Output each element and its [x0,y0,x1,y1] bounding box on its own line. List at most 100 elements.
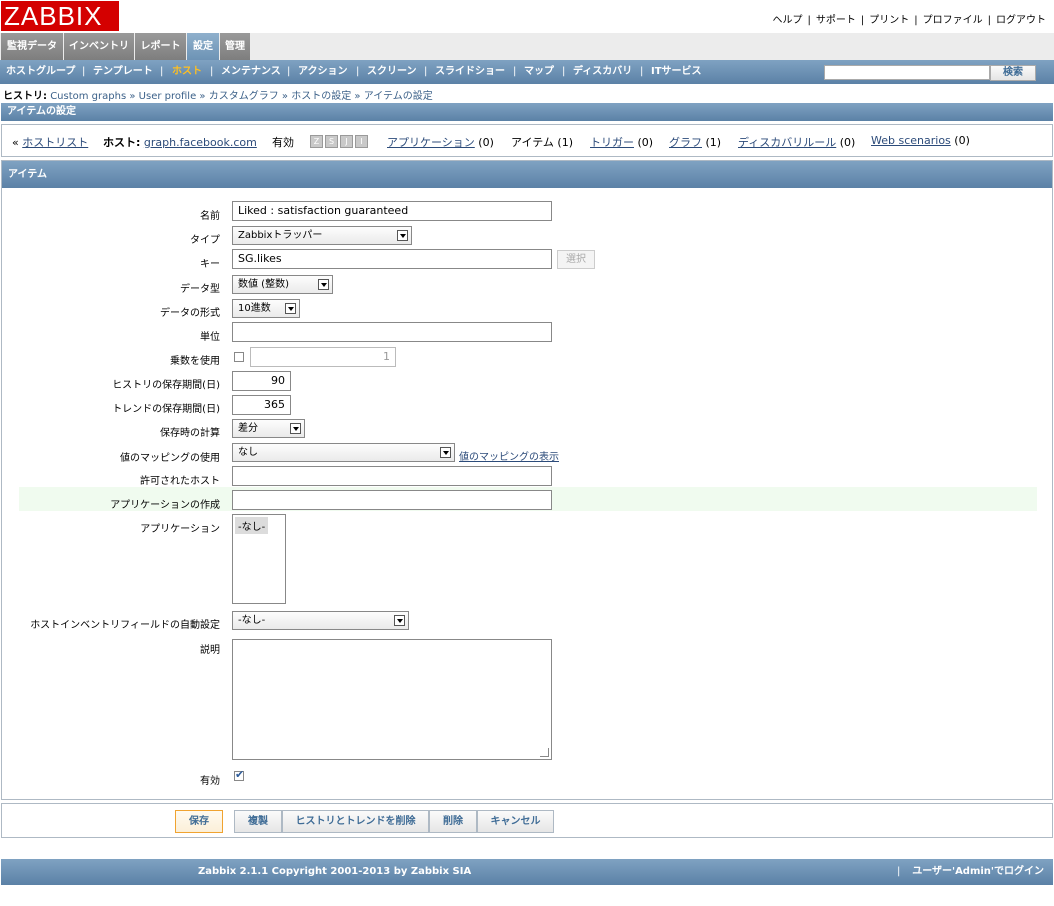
main-tab-reports[interactable]: レポート [135,33,186,60]
breadcrumb: ヒストリ: Custom graphs » User profile » カスタ… [3,87,433,102]
valuemap-value: なし [238,447,258,458]
breadcrumb-item[interactable]: カスタムグラフ [209,91,279,102]
search-button[interactable]: 検索 [990,65,1036,81]
breadcrumb-item[interactable]: User profile [139,91,197,102]
inventory-select[interactable]: -なし- [232,611,409,630]
main-tab-administration[interactable]: 管理 [220,33,250,60]
store-value-select[interactable]: 差分 [232,419,305,438]
support-link[interactable]: サポート [816,15,856,26]
applications-listbox[interactable]: -なし- [232,514,286,604]
submenu-separator: | [356,66,360,77]
items-label: アイテム [511,136,554,149]
top-link-separator: | [860,15,865,26]
logout-link[interactable]: ログアウト [996,15,1046,26]
multiplier-checkbox[interactable] [234,352,244,362]
submenu-it-services[interactable]: ITサービス [651,60,702,84]
data-type-select[interactable]: 数値 (整数) [232,275,333,294]
submenu-discovery[interactable]: ディスカバリ [573,60,632,84]
graphs-link[interactable]: グラフ [669,136,702,149]
submenu-host-groups[interactable]: ホストグループ [6,60,75,84]
main-tab-monitoring[interactable]: 監視データ [1,33,63,60]
triggers-count: (0) [637,136,654,149]
breadcrumb-item[interactable]: ホストの設定 [291,91,351,102]
store-value-label: 保存時の計算 [160,428,220,439]
applications-link[interactable]: アプリケーション [387,136,475,149]
print-link[interactable]: プリント [869,15,909,26]
graphs-count: (1) [705,136,722,149]
submenu-templates[interactable]: テンプレート [93,60,153,84]
valuemap-show-link[interactable]: 値のマッピングの表示 [459,448,559,463]
top-header: ZABBIX ヘルプ | サポート | プリント | プロファイル | ログアウト [0,0,1054,33]
save-button[interactable]: 保存 [175,810,223,833]
type-select-value: Zabbixトラッパー [238,230,323,241]
new-application-input[interactable] [232,490,552,510]
data-format-value: 10進数 [238,303,271,314]
name-input[interactable]: Liked : satisfaction guaranteed [232,201,552,221]
jmx-icon: J [340,134,353,148]
multiplier-input[interactable]: 1 [250,347,396,367]
enabled-checkbox[interactable] [234,768,244,781]
web-scenarios-link[interactable]: Web scenarios [871,134,951,147]
profile-link[interactable]: プロファイル [923,15,983,26]
discovery-count: (0) [839,136,856,149]
units-label: 単位 [200,332,220,343]
button-bar: 保存 複製 ヒストリとトレンドを削除 削除 キャンセル [1,803,1053,838]
top-links: ヘルプ | サポート | プリント | プロファイル | ログアウト [773,11,1047,26]
breadcrumb-prefix: ヒストリ: [3,91,47,102]
clone-button[interactable]: 複製 [234,810,282,833]
key-label: キー [200,259,220,270]
trends-input[interactable]: 365 [232,395,291,415]
items-nav: アイテム (1) [511,134,573,150]
breadcrumb-item[interactable]: アイテムの設定 [364,91,433,102]
submenu-maintenance[interactable]: メンテナンス [221,60,281,84]
resize-grip-icon[interactable] [540,748,549,757]
submenu-actions[interactable]: アクション [298,60,348,84]
delete-button[interactable]: 削除 [429,810,477,833]
data-type-value: 数値 (整数) [238,279,289,290]
submenu-separator: | [210,66,214,77]
submenu-maps[interactable]: マップ [524,60,554,84]
search-input[interactable] [824,65,990,80]
help-link[interactable]: ヘルプ [773,15,803,26]
applications-nav: アプリケーション (0) [387,134,494,150]
breadcrumb-separator: » [281,91,289,102]
availability-icons: ZSJI [310,134,370,148]
host-list-link[interactable]: ホストリスト [22,136,88,149]
data-format-select[interactable]: 10進数 [232,299,300,318]
host-summary-bar: « ホストリスト ホスト: graph.facebook.com 有効 ZSJI… [1,124,1053,157]
description-label: 説明 [200,645,220,656]
triggers-link[interactable]: トリガー [590,136,634,149]
host-status[interactable]: 有効 [272,134,294,150]
host-name-link[interactable]: graph.facebook.com [144,136,257,149]
type-label: タイプ [190,235,220,246]
valuemap-label: 値のマッピングの使用 [120,453,220,464]
multiplier-label: 乗数を使用 [170,356,220,367]
allowed-hosts-label: 許可されたホスト [140,476,220,487]
clear-history-button[interactable]: ヒストリとトレンドを削除 [282,810,429,833]
breadcrumb-separator: » [199,91,206,102]
main-tab-inventory[interactable]: インベントリ [64,33,134,60]
submenu-hosts[interactable]: ホスト [172,60,202,84]
description-textarea[interactable] [232,639,552,760]
units-input[interactable] [232,322,552,342]
submenu-slideshows[interactable]: スライドショー [435,60,505,84]
key-input[interactable]: SG.likes [232,249,552,269]
main-tab-configuration[interactable]: 設定 [187,33,219,60]
discovery-rules-link[interactable]: ディスカバリルール [738,136,836,149]
breadcrumb-item[interactable]: Custom graphs [50,91,126,102]
cancel-button[interactable]: キャンセル [477,810,554,833]
submenu-screens[interactable]: スクリーン [367,60,417,84]
submenu-separator: | [640,66,644,77]
valuemap-select[interactable]: なし [232,443,455,462]
history-input[interactable]: 90 [232,371,291,391]
allowed-hosts-input[interactable] [232,466,552,486]
applications-option[interactable]: -なし- [235,517,269,534]
submenu-separator: | [513,66,517,77]
chevron-down-icon [397,230,408,241]
key-select-button[interactable]: 選択 [557,250,595,269]
copyright-text: Zabbix 2.1.1 Copyright 2001-2013 by Zabb… [198,866,472,877]
host-label-group: ホスト: graph.facebook.com [103,134,257,150]
type-select[interactable]: Zabbixトラッパー [232,226,412,245]
zabbix-logo[interactable]: ZABBIX [1,1,119,31]
submenu-separator: | [160,66,164,77]
